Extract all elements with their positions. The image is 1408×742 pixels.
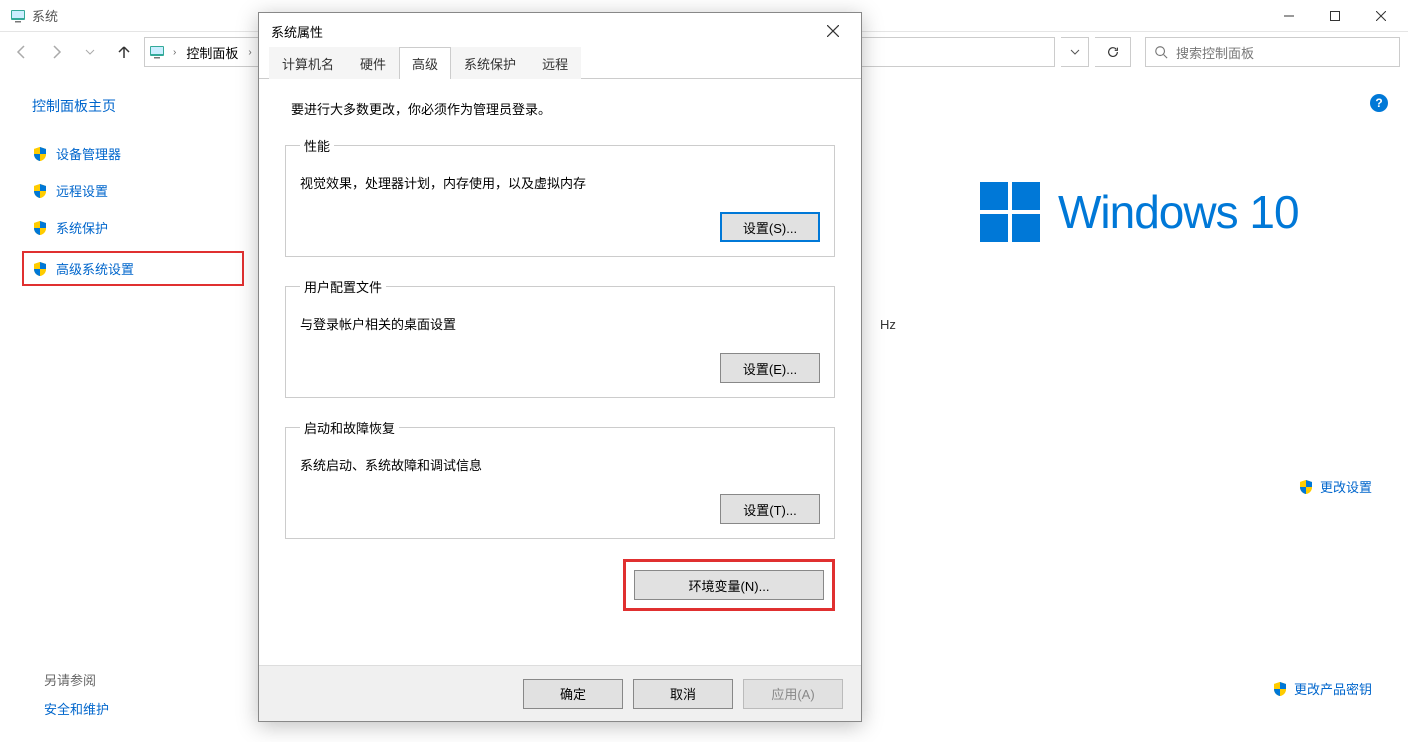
apply-button[interactable]: 应用(A) <box>743 679 843 709</box>
startup-recovery-legend: 启动和故障恢复 <box>300 418 399 437</box>
chevron-right-icon: › <box>246 47 253 58</box>
dialog-titlebar: 系统属性 <box>259 13 861 49</box>
sidebar-item-label: 高级系统设置 <box>56 259 134 278</box>
pc-icon <box>149 44 165 60</box>
change-settings-label: 更改设置 <box>1320 477 1372 496</box>
environment-variables-button[interactable]: 环境变量(N)... <box>634 570 824 600</box>
sidebar-item-label: 设备管理器 <box>56 144 121 163</box>
sidebar-item-advanced-system-settings[interactable]: 高级系统设置 <box>26 255 240 282</box>
tab-advanced[interactable]: 高级 <box>399 47 451 79</box>
performance-legend: 性能 <box>300 136 334 155</box>
control-panel-home-link[interactable]: 控制面板主页 <box>32 96 240 116</box>
sidebar-item-remote-settings[interactable]: 远程设置 <box>32 181 240 200</box>
user-profiles-desc: 与登录帐户相关的桌面设置 <box>300 314 820 333</box>
user-profiles-group: 用户配置文件 与登录帐户相关的桌面设置 设置(E)... <box>285 277 835 398</box>
env-var-highlight: 环境变量(N)... <box>623 559 835 611</box>
admin-note: 要进行大多数更改，你必须作为管理员登录。 <box>291 99 835 118</box>
user-profiles-settings-button[interactable]: 设置(E)... <box>720 353 820 383</box>
sidebar: 控制面板主页 设备管理器 远程设置 系统保护 高级系统设置 另请参阅 安全和维护 <box>0 72 240 742</box>
sidebar-item-system-protection[interactable]: 系统保护 <box>32 218 240 237</box>
windows-squares-icon <box>980 182 1040 242</box>
also-see-header: 另请参阅 <box>44 670 109 689</box>
shield-icon <box>32 146 48 162</box>
dialog-footer: 确定 取消 应用(A) <box>259 665 861 721</box>
change-settings-link[interactable]: 更改设置 <box>1298 477 1372 496</box>
startup-recovery-desc: 系统启动、系统故障和调试信息 <box>300 455 820 474</box>
startup-recovery-group: 启动和故障恢复 系统启动、系统故障和调试信息 设置(T)... <box>285 418 835 539</box>
chevron-right-icon: › <box>171 47 178 58</box>
change-product-key-link[interactable]: 更改产品密钥 <box>1272 679 1372 698</box>
breadcrumb-item[interactable]: 控制面板 <box>184 43 240 62</box>
up-button[interactable] <box>110 38 138 66</box>
sidebar-item-device-manager[interactable]: 设备管理器 <box>32 144 240 163</box>
dialog-tabs: 计算机名 硬件 高级 系统保护 远程 <box>259 49 861 79</box>
startup-recovery-settings-button[interactable]: 设置(T)... <box>720 494 820 524</box>
performance-group: 性能 视觉效果，处理器计划，内存使用，以及虚拟内存 设置(S)... <box>285 136 835 257</box>
search-icon <box>1154 45 1168 59</box>
also-see-section: 另请参阅 安全和维护 <box>44 670 109 718</box>
shield-icon <box>32 261 48 277</box>
minimize-button[interactable] <box>1266 0 1312 31</box>
windows-logo: Windows 10 <box>980 182 1299 242</box>
shield-icon <box>32 183 48 199</box>
maximize-button[interactable] <box>1312 0 1358 31</box>
performance-desc: 视觉效果，处理器计划，内存使用，以及虚拟内存 <box>300 173 820 192</box>
performance-settings-button[interactable]: 设置(S)... <box>720 212 820 242</box>
security-maintenance-link[interactable]: 安全和维护 <box>44 702 109 717</box>
window-title: 系统 <box>32 6 58 25</box>
dialog-title: 系统属性 <box>271 22 323 41</box>
back-button[interactable] <box>8 38 36 66</box>
dialog-body: 要进行大多数更改，你必须作为管理员登录。 性能 视觉效果，处理器计划，内存使用，… <box>259 79 861 665</box>
ok-button[interactable]: 确定 <box>523 679 623 709</box>
system-properties-dialog: 系统属性 计算机名 硬件 高级 系统保护 远程 要进行大多数更改，你必须作为管理… <box>258 12 862 722</box>
change-product-key-label: 更改产品密钥 <box>1294 679 1372 698</box>
help-icon[interactable]: ? <box>1370 94 1388 112</box>
tab-system-protection[interactable]: 系统保护 <box>451 47 529 79</box>
search-box[interactable]: 搜索控制面板 <box>1145 37 1400 67</box>
close-button[interactable] <box>1358 0 1404 31</box>
cancel-button[interactable]: 取消 <box>633 679 733 709</box>
search-placeholder: 搜索控制面板 <box>1176 43 1254 62</box>
shield-icon <box>1272 681 1288 697</box>
address-dropdown[interactable] <box>1061 37 1089 67</box>
tab-hardware[interactable]: 硬件 <box>347 47 399 79</box>
sidebar-item-label: 远程设置 <box>56 181 108 200</box>
refresh-button[interactable] <box>1095 37 1131 67</box>
tab-computer-name[interactable]: 计算机名 <box>269 47 347 79</box>
tab-remote[interactable]: 远程 <box>529 47 581 79</box>
windows-logo-text: Windows 10 <box>1058 185 1299 239</box>
dialog-close-button[interactable] <box>817 15 849 47</box>
recent-dropdown[interactable] <box>76 38 104 66</box>
forward-button[interactable] <box>42 38 70 66</box>
system-icon <box>10 8 26 24</box>
user-profiles-legend: 用户配置文件 <box>300 277 386 296</box>
shield-icon <box>1298 479 1314 495</box>
shield-icon <box>32 220 48 236</box>
sidebar-item-label: 系统保护 <box>56 218 108 237</box>
hz-text: Hz <box>880 317 896 332</box>
